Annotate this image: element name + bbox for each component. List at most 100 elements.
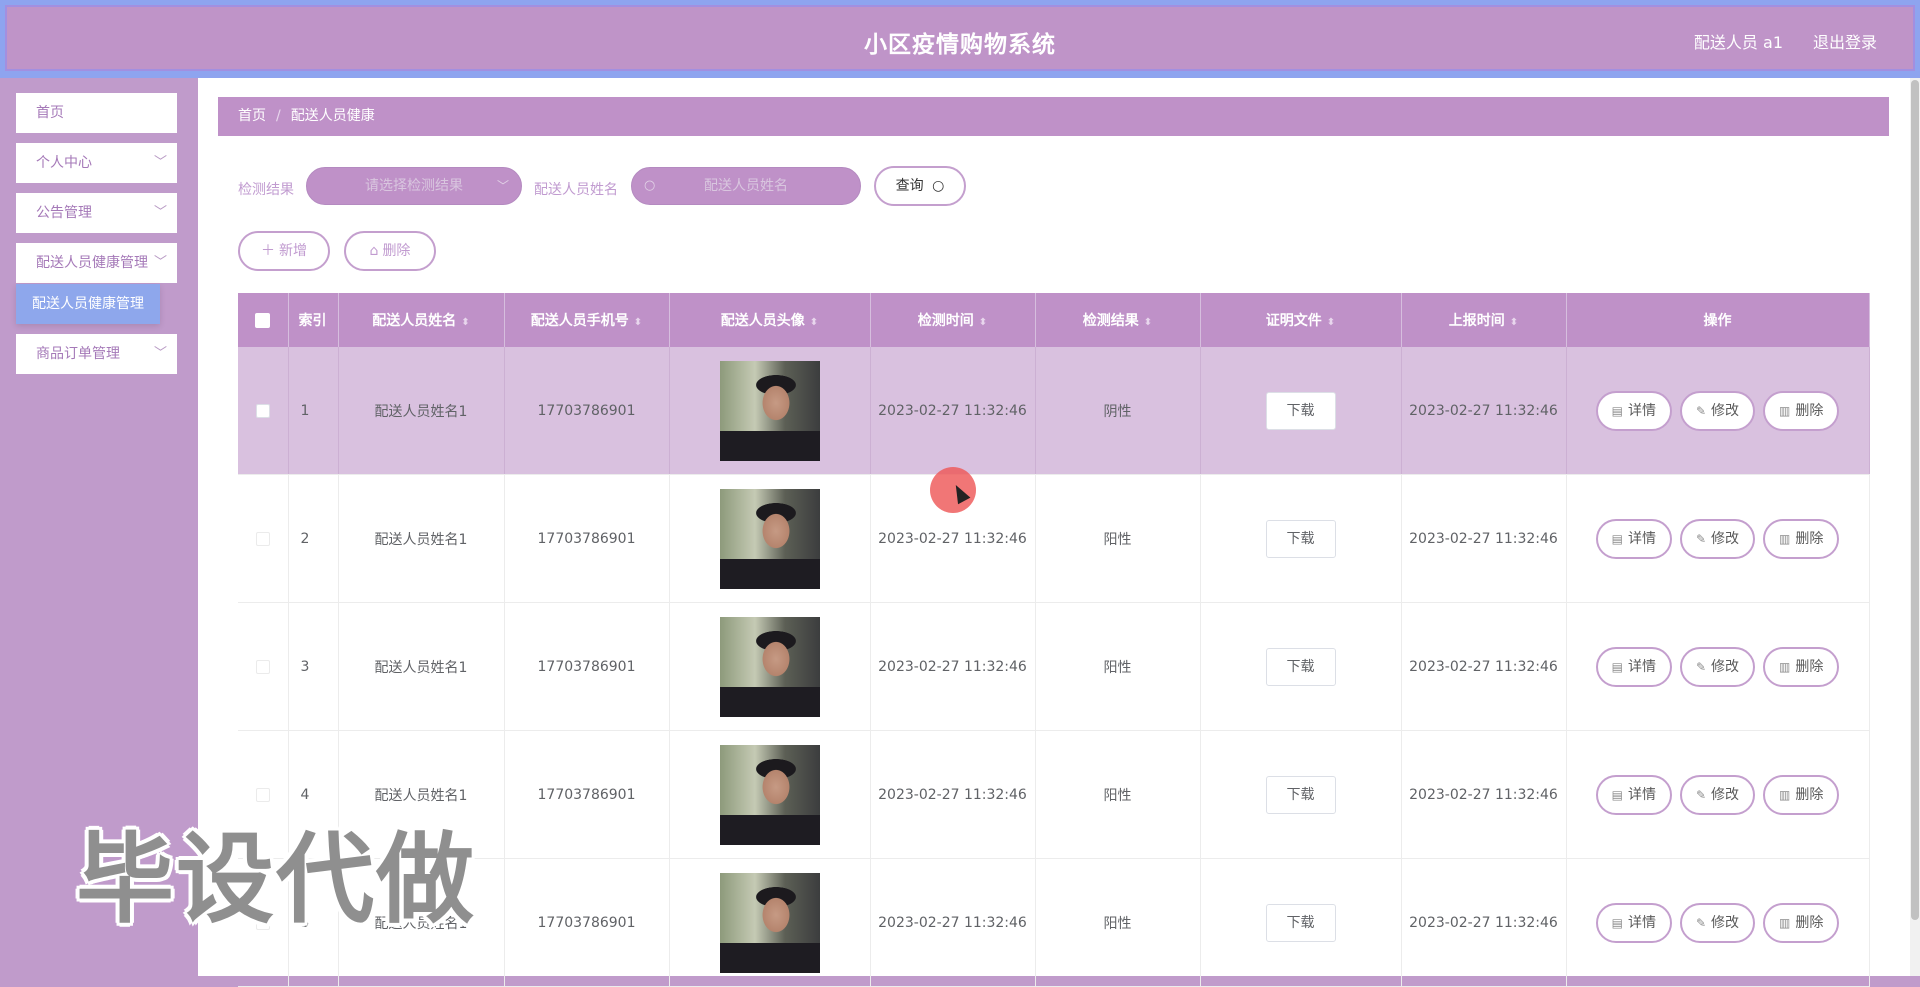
cell-report-time: 2023-02-27 11:32:46 — [1401, 474, 1567, 603]
vertical-scrollbar[interactable] — [1910, 78, 1920, 976]
sort-icon[interactable]: ⬍ — [1510, 317, 1518, 328]
sidebar-item-notice-management[interactable]: 公告管理 ﹀ — [16, 193, 177, 233]
avatar — [719, 744, 820, 845]
sidebar-item-order-management[interactable]: 商品订单管理 ﹀ — [16, 334, 177, 374]
add-button[interactable]: ＋新增 — [238, 231, 330, 271]
table-row[interactable]: 4 配送人员姓名1 17703786901 2023-02-27 11:32:4… — [238, 730, 1870, 859]
row-checkbox[interactable] — [255, 403, 270, 418]
detail-button[interactable]: ▤ 详情 — [1595, 774, 1672, 815]
detail-label: 详情 — [1627, 402, 1656, 419]
column-header-name[interactable]: 配送人员姓名 ⬍ — [338, 293, 505, 347]
current-user: 配送人员 a1 — [1693, 33, 1783, 52]
row-select-cell[interactable] — [238, 347, 289, 475]
submenu-item-health-management[interactable]: 配送人员健康管理 — [16, 284, 160, 324]
cell-phone: 17703786901 — [504, 474, 670, 603]
detail-button[interactable]: ▤ 详情 — [1595, 518, 1672, 559]
column-header-certificate[interactable]: 证明文件 ⬍ — [1200, 293, 1402, 347]
column-header-check-time[interactable]: 检测时间 ⬍ — [870, 293, 1036, 347]
detail-button[interactable]: ▤ 详情 — [1595, 902, 1672, 943]
detail-label: 详情 — [1627, 914, 1656, 931]
select-all-checkbox[interactable] — [255, 312, 271, 328]
edit-label: 修改 — [1711, 530, 1740, 547]
sidebar-item-label: 首页 — [36, 105, 64, 121]
breadcrumb-separator: / — [276, 108, 281, 124]
sort-icon[interactable]: ⬍ — [634, 317, 642, 328]
row-select-cell[interactable] — [238, 474, 289, 603]
cell-result: 阳性 — [1035, 858, 1201, 987]
column-header-label: 配送人员头像 — [720, 313, 805, 329]
logout-link[interactable]: 退出登录 — [1813, 29, 1877, 53]
row-checkbox[interactable] — [255, 531, 270, 546]
avatar — [719, 488, 820, 589]
detail-label: 详情 — [1627, 530, 1656, 547]
edit-icon: ✎ — [1695, 403, 1707, 418]
download-button[interactable]: 下载 — [1265, 903, 1336, 942]
sidebar-item-label: 配送人员健康管理 — [36, 255, 148, 271]
column-header-result[interactable]: 检测结果 ⬍ — [1035, 293, 1201, 347]
edit-button[interactable]: ✎ 修改 — [1679, 902, 1756, 943]
plus-icon: ＋ — [261, 243, 275, 259]
edit-icon: ✎ — [1695, 659, 1707, 674]
name-search-input[interactable]: ○ 配送人员姓名 — [631, 167, 861, 205]
health-table: 索引 配送人员姓名 ⬍ 配送人员手机号 ⬍ 配送人员头像 ⬍ 检测时间 ⬍ 检测结果 ⬍ … — [238, 293, 1870, 987]
trash-icon: ⌂ — [369, 243, 379, 259]
edit-button[interactable]: ✎ 修改 — [1679, 518, 1756, 559]
add-label: 新增 — [279, 243, 307, 259]
sidebar-item-health-management[interactable]: 配送人员健康管理 ﹀ — [16, 243, 177, 283]
select-all-cell[interactable] — [238, 293, 289, 347]
column-header-label: 配送人员手机号 — [530, 313, 629, 329]
delete-button[interactable]: ▥ 删除 — [1763, 902, 1840, 943]
cell-certificate: 下载 — [1200, 347, 1402, 475]
download-button[interactable]: 下载 — [1265, 391, 1336, 430]
result-filter-label: 检测结果 — [238, 182, 294, 198]
trash-icon: ▥ — [1779, 915, 1791, 930]
download-button[interactable]: 下载 — [1265, 647, 1336, 686]
app-title: 小区疫情购物系统 — [864, 32, 1056, 58]
sort-icon[interactable]: ⬍ — [461, 317, 469, 328]
edit-button[interactable]: ✎ 修改 — [1679, 646, 1756, 687]
table-row[interactable]: 2 配送人员姓名1 17703786901 2023-02-27 11:32:4… — [238, 474, 1870, 603]
cell-name: 配送人员姓名1 — [338, 474, 505, 603]
sidebar-item-personal-center[interactable]: 个人中心 ﹀ — [16, 143, 177, 183]
detail-button[interactable]: ▤ 详情 — [1595, 646, 1672, 687]
sort-icon[interactable]: ⬍ — [1144, 317, 1152, 328]
cell-certificate: 下载 — [1200, 730, 1402, 859]
breadcrumb-home[interactable]: 首页 — [238, 108, 266, 124]
edit-button[interactable]: ✎ 修改 — [1679, 774, 1756, 815]
batch-delete-label: 删除 — [382, 243, 411, 259]
search-icon: ○ — [644, 178, 656, 193]
table-row[interactable]: 5 配送人员姓名1 17703786901 2023-02-27 11:32:4… — [238, 858, 1870, 987]
delete-button[interactable]: ▥ 删除 — [1763, 774, 1840, 815]
cell-index: 2 — [288, 474, 339, 603]
delete-button[interactable]: ▥ 删除 — [1763, 518, 1840, 559]
download-button[interactable]: 下载 — [1265, 519, 1336, 558]
scrollbar-thumb[interactable] — [1911, 80, 1919, 920]
delete-button[interactable]: ▥ 删除 — [1763, 390, 1840, 431]
batch-delete-button[interactable]: ⌂ 删除 — [344, 231, 436, 271]
column-header-avatar[interactable]: 配送人员头像 ⬍ — [669, 293, 871, 347]
trash-icon: ▥ — [1779, 531, 1791, 546]
result-select[interactable]: 请选择检测结果 ﹀ — [306, 167, 522, 205]
avatar — [719, 872, 820, 973]
table-row[interactable]: 1 配送人员姓名1 17703786901 2023-02-27 11:32:4… — [238, 347, 1870, 475]
column-header-report-time[interactable]: 上报时间 ⬍ — [1401, 293, 1567, 347]
row-select-cell[interactable] — [238, 602, 289, 731]
trash-icon: ▥ — [1779, 403, 1791, 418]
delete-button[interactable]: ▥ 删除 — [1763, 646, 1840, 687]
sort-icon[interactable]: ⬍ — [810, 317, 818, 328]
download-button[interactable]: 下载 — [1265, 775, 1336, 814]
column-header-phone[interactable]: 配送人员手机号 ⬍ — [504, 293, 670, 347]
sort-icon[interactable]: ⬍ — [1327, 317, 1335, 328]
sort-icon[interactable]: ⬍ — [979, 317, 987, 328]
detail-button[interactable]: ▤ 详情 — [1595, 390, 1672, 431]
avatar — [719, 360, 820, 461]
name-search-placeholder: 配送人员姓名 — [704, 178, 788, 194]
row-checkbox[interactable] — [255, 659, 270, 674]
result-select-placeholder: 请选择检测结果 — [365, 178, 463, 194]
table-row[interactable]: 3 配送人员姓名1 17703786901 2023-02-27 11:32:4… — [238, 602, 1870, 731]
edit-button[interactable]: ✎ 修改 — [1679, 390, 1756, 431]
trash-icon: ▥ — [1779, 659, 1791, 674]
query-button[interactable]: 查询 ○ — [874, 166, 966, 206]
document-icon: ▤ — [1611, 915, 1623, 930]
sidebar-item-home[interactable]: 首页 — [16, 93, 177, 133]
